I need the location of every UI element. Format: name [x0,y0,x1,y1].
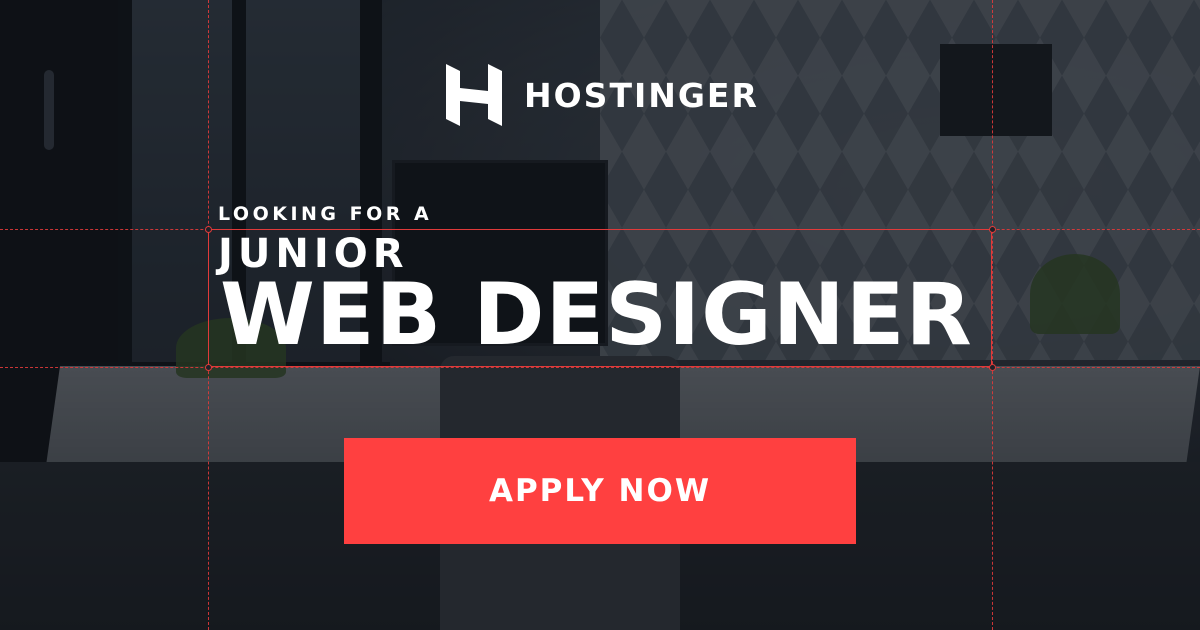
job-role-title: WEB DESIGNER [220,265,973,365]
guide-line-vertical [992,0,993,630]
apply-now-button[interactable]: APPLY NOW [344,438,856,544]
guide-anchor-point [989,364,996,371]
guide-line-horizontal [0,367,1200,368]
headline-kicker: LOOKING FOR A [218,203,433,225]
job-ad-banner: HOSTINGER LOOKING FOR A JUNIOR WEB DESIG… [0,0,1200,630]
guide-anchor-point [205,226,212,233]
guide-anchor-point [989,226,996,233]
hostinger-h-icon [446,64,502,126]
guide-anchor-point [205,364,212,371]
brand-name: HOSTINGER [524,75,759,115]
hostinger-logo: HOSTINGER [446,64,759,126]
